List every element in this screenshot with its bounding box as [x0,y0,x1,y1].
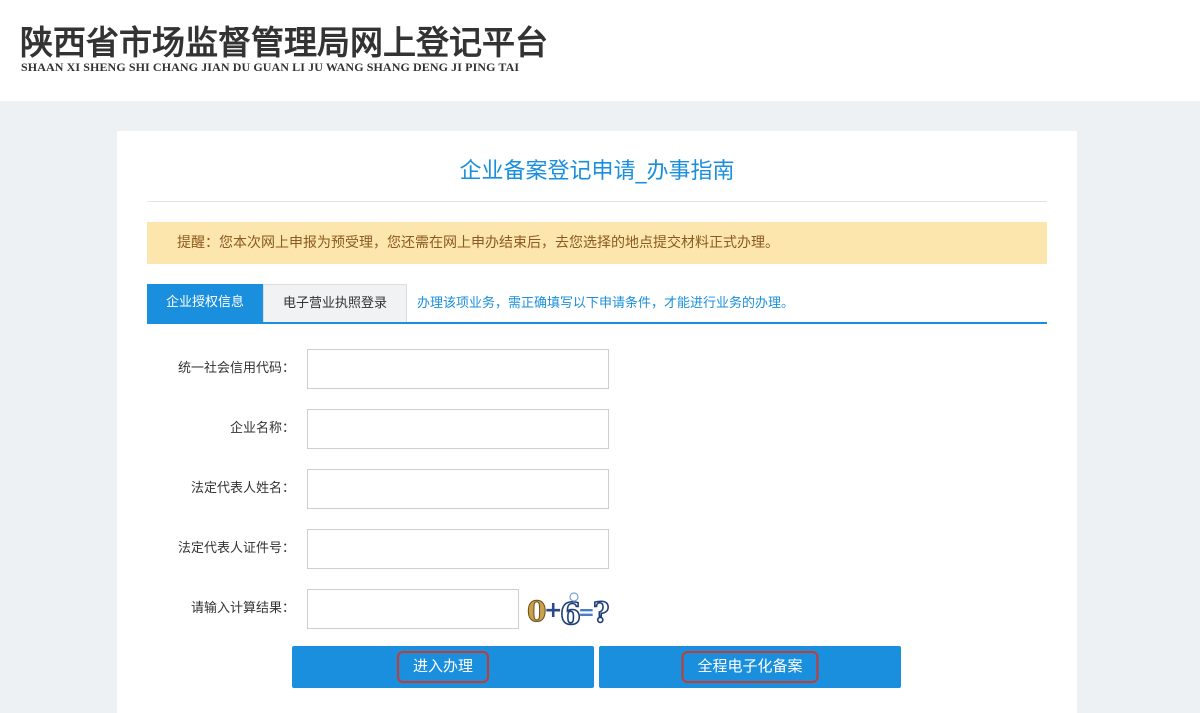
full-electronic-filing-label: 全程电子化备案 [681,651,819,683]
captcha-input[interactable] [307,589,519,629]
legal-rep-name-label: 法定代表人姓名： [190,481,295,496]
full-electronic-filing-button[interactable]: 全程电子化备案 [599,646,901,688]
form-row-legal-rep-id: 法定代表人证件号： [117,529,1077,569]
credit-code-input[interactable] [307,349,609,389]
form-row-captcha: 请输入计算结果： 0 + 6 = ? [117,589,1077,629]
tab-e-license-login[interactable]: 电子营业执照登录 [263,284,407,322]
captcha-image[interactable]: 0 + 6 = ? [527,591,611,629]
tab-bar: 企业授权信息 电子营业执照登录 办理该项业务，需正确填写以下申请条件，才能进行业… [147,284,1047,324]
site-title: 陕西省市场监督管理局网上登记平台 [20,23,548,62]
legal-rep-id-input[interactable] [307,529,609,569]
enter-process-label: 进入办理 [396,651,490,683]
form-row-credit-code: 统一社会信用代码： [117,349,1077,389]
site-subtitle: SHAAN XI SHENG SHI CHANG JIAN DU GUAN LI… [21,60,520,74]
main-panel: 企业备案登记申请_办事指南 提醒：您本次网上申报为预受理，您还需在网上申办结束后… [117,131,1077,713]
notice-banner: 提醒：您本次网上申报为预受理，您还需在网上申办结束后，去您选择的地点提交材料正式… [147,222,1047,264]
captcha-label: 请输入计算结果： [190,601,295,616]
site-header: 陕西省市场监督管理局网上登记平台 SHAAN XI SHENG SHI CHAN… [0,0,1200,101]
page-title: 企业备案登记申请_办事指南 [459,159,735,184]
credit-code-label: 统一社会信用代码： [177,361,295,376]
tab-hint-text: 办理该项业务，需正确填写以下申请条件，才能进行业务的办理。 [417,296,795,311]
legal-rep-id-label: 法定代表人证件号： [177,541,295,556]
captcha-glyph-question: ? [593,596,609,629]
company-name-label: 企业名称： [229,421,295,436]
company-name-input[interactable] [307,409,609,449]
form-row-legal-rep-name: 法定代表人姓名： [117,469,1077,509]
legal-rep-name-input[interactable] [307,469,609,509]
form-row-company-name: 企业名称： [117,409,1077,449]
tab-enterprise-auth[interactable]: 企业授权信息 [147,284,263,322]
title-divider [147,201,1047,202]
enter-process-button[interactable]: 进入办理 [292,646,594,688]
